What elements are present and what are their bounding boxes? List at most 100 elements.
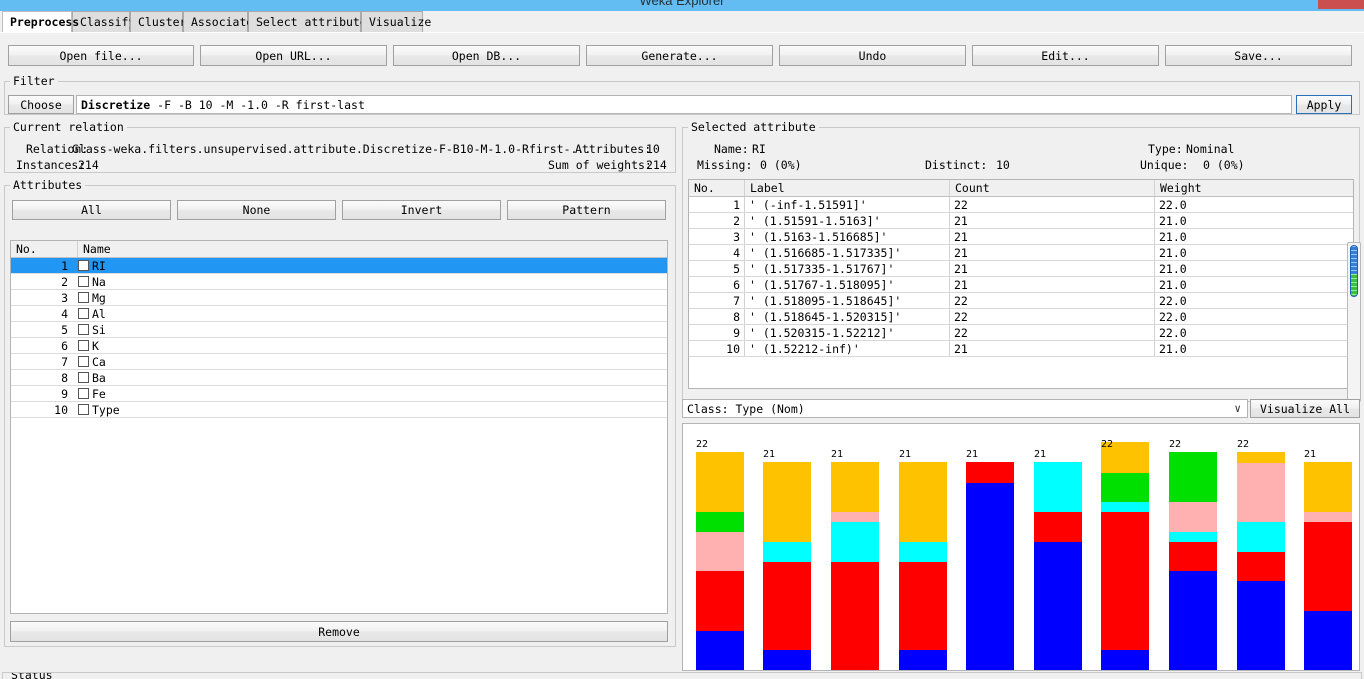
undo-button[interactable]: Undo bbox=[779, 45, 966, 66]
attributes-col-name: Name bbox=[83, 242, 111, 256]
chevron-down-icon: ∨ bbox=[1234, 402, 1241, 415]
class-histogram[interactable]: 22 21 21 21 21 21 22 22 22 21 bbox=[682, 423, 1360, 671]
apply-filter-button[interactable]: Apply bbox=[1296, 95, 1352, 114]
label-table-scrollbar[interactable] bbox=[1347, 242, 1361, 402]
select-none-button[interactable]: None bbox=[177, 200, 336, 220]
attributes-row[interactable]: 6K bbox=[11, 338, 667, 354]
label-row-count: 21 bbox=[950, 277, 1155, 292]
visualize-all-button[interactable]: Visualize All bbox=[1250, 399, 1360, 418]
attribute-checkbox[interactable] bbox=[78, 324, 89, 335]
histogram-bar[interactable] bbox=[1101, 442, 1149, 670]
window-title: Weka Explorer bbox=[639, 0, 725, 8]
histogram-bar[interactable] bbox=[1034, 462, 1082, 670]
histogram-bar[interactable] bbox=[763, 462, 811, 670]
weka-explorer-window: Weka Explorer Preprocess Classify Cluste… bbox=[0, 0, 1364, 679]
attributes-row[interactable]: 2 Na bbox=[11, 274, 667, 290]
tab-select-attributes[interactable]: Select attributes bbox=[248, 11, 374, 32]
histogram-bar-segment bbox=[1101, 501, 1149, 513]
attributes-row[interactable]: 7 Ca bbox=[11, 354, 667, 370]
histogram-bar-segment bbox=[696, 629, 744, 670]
attributes-row[interactable]: 4 Al bbox=[11, 306, 667, 322]
histogram-bar[interactable] bbox=[831, 462, 879, 670]
label-row-count: 21 bbox=[950, 229, 1155, 244]
label-table-row[interactable]: 9 ' (1.520315-1.52212]' 22 22.0 bbox=[689, 325, 1353, 341]
histogram-bar-segment bbox=[966, 482, 1014, 670]
histogram-bar[interactable] bbox=[1304, 462, 1352, 670]
histogram-bar[interactable] bbox=[696, 452, 744, 670]
histogram-bar-count: 21 bbox=[1304, 449, 1317, 460]
label-table-row[interactable]: 6 ' (1.51767-1.518095]' 21 21.0 bbox=[689, 277, 1353, 293]
histogram-bar-segment bbox=[1169, 541, 1217, 572]
tab-associate[interactable]: Associate bbox=[183, 11, 253, 32]
select-pattern-button[interactable]: Pattern bbox=[507, 200, 666, 220]
filter-text-field[interactable]: Discretize -F -B 10 -M -1.0 -R first-las… bbox=[76, 95, 1292, 114]
label-row-container: 1 ' (-inf-1.51591]' 22 22.0 2 ' (1.51591-1.51… bbox=[689, 197, 1353, 357]
histogram-bar[interactable] bbox=[1169, 452, 1217, 670]
label-row-label: ' (1.52212-inf)' bbox=[745, 341, 950, 356]
attribute-checkbox[interactable] bbox=[78, 276, 89, 287]
histogram-bar[interactable] bbox=[899, 462, 947, 670]
select-invert-button[interactable]: Invert bbox=[342, 200, 501, 220]
histogram-bar[interactable] bbox=[1237, 452, 1285, 670]
histogram-bar-segment bbox=[1237, 580, 1285, 670]
open-url-button[interactable]: Open URL... bbox=[200, 45, 387, 66]
tab-classify[interactable]: Classify bbox=[72, 11, 135, 32]
attribute-checkbox[interactable] bbox=[78, 340, 89, 351]
sum-weights-value: 214 bbox=[646, 158, 667, 172]
tab-cluster[interactable]: Cluster bbox=[130, 11, 186, 32]
label-table-row[interactable]: 8 ' (1.518645-1.520315]' 22 22.0 bbox=[689, 309, 1353, 325]
close-icon[interactable] bbox=[1318, 0, 1364, 9]
label-row-label: ' (1.5163-1.516685]' bbox=[745, 229, 950, 244]
open-db-button[interactable]: Open DB... bbox=[393, 45, 580, 66]
histogram-bar-segment bbox=[831, 462, 879, 513]
tab-preprocess[interactable]: Preprocess bbox=[2, 11, 79, 32]
attribute-checkbox[interactable] bbox=[78, 308, 89, 319]
attribute-checkbox[interactable] bbox=[78, 388, 89, 399]
attr-type-key: Type: bbox=[1148, 142, 1183, 156]
attributes-row-no: 3 bbox=[61, 291, 68, 305]
generate-button[interactable]: Generate... bbox=[586, 45, 773, 66]
label-table-row[interactable]: 1 ' (-inf-1.51591]' 22 22.0 bbox=[689, 197, 1353, 213]
attribute-checkbox[interactable] bbox=[78, 356, 89, 367]
filter-name-text: Discretize bbox=[81, 98, 151, 112]
label-row-label: ' (1.518095-1.518645]' bbox=[745, 293, 950, 308]
attribute-checkbox[interactable] bbox=[78, 404, 89, 415]
attribute-checkbox[interactable] bbox=[78, 292, 89, 303]
histogram-bar-segment bbox=[1034, 541, 1082, 670]
attributes-row[interactable]: 8 Ba bbox=[11, 370, 667, 386]
attributes-row[interactable]: 9 Fe bbox=[11, 386, 667, 402]
histogram-bar[interactable] bbox=[966, 462, 1014, 670]
class-selector-dropdown[interactable]: Class: Type (Nom) ∨ bbox=[682, 399, 1248, 418]
label-table-row[interactable]: 3 ' (1.5163-1.516685]' 21 21.0 bbox=[689, 229, 1353, 245]
attributes-row[interactable]: 5 Si bbox=[11, 322, 667, 338]
label-row-no: 8 bbox=[689, 309, 745, 324]
save-button[interactable]: Save... bbox=[1165, 45, 1352, 66]
label-table-row[interactable]: 4 ' (1.516685-1.517335]' 21 21.0 bbox=[689, 245, 1353, 261]
attribute-checkbox[interactable] bbox=[78, 260, 89, 271]
choose-filter-button[interactable]: Choose bbox=[8, 95, 74, 114]
label-table[interactable]: No. Label Count Weight 1 ' (-inf-1.51591]… bbox=[688, 179, 1354, 389]
attributes-row[interactable]: 1 RI bbox=[11, 258, 667, 274]
label-table-row[interactable]: 5 ' (1.517335-1.51767]' 21 21.0 bbox=[689, 261, 1353, 277]
edit-button[interactable]: Edit... bbox=[972, 45, 1159, 66]
histogram-bar-segment bbox=[899, 541, 947, 562]
attr-unique-value: 0 (0%) bbox=[1203, 158, 1245, 172]
tab-visualize[interactable]: Visualize bbox=[361, 11, 431, 32]
label-table-row[interactable]: 7 ' (1.518095-1.518645]' 22 22.0 bbox=[689, 293, 1353, 309]
label-row-count: 21 bbox=[950, 261, 1155, 276]
attributes-table[interactable]: No. Name 1 RI 2 Na 3 Mg 4 Al 5 Si 6 K 7 Ca 8 Ba 9 Fe 10 Typ… bbox=[10, 240, 668, 614]
attributes-row[interactable]: 3 Mg bbox=[11, 290, 667, 306]
attributes-row-no: 8 bbox=[61, 371, 68, 385]
label-table-row[interactable]: 2 ' (1.51591-1.5163]' 21 21.0 bbox=[689, 213, 1353, 229]
attribute-checkbox[interactable] bbox=[78, 372, 89, 383]
open-file-button[interactable]: Open file... bbox=[8, 45, 194, 66]
scrollbar-thumb[interactable] bbox=[1350, 245, 1358, 297]
attributes-key: Attributes: bbox=[575, 142, 652, 156]
remove-attributes-button[interactable]: Remove bbox=[10, 621, 668, 642]
histogram-bar-segment bbox=[1304, 462, 1352, 513]
attributes-row-no: 4 bbox=[61, 307, 68, 321]
attributes-row[interactable]: 10 Type bbox=[11, 402, 667, 418]
label-table-row[interactable]: 10 ' (1.52212-inf)' 21 21.0 bbox=[689, 341, 1353, 357]
histogram-bar-segment bbox=[831, 521, 879, 562]
select-all-button[interactable]: All bbox=[12, 200, 171, 220]
